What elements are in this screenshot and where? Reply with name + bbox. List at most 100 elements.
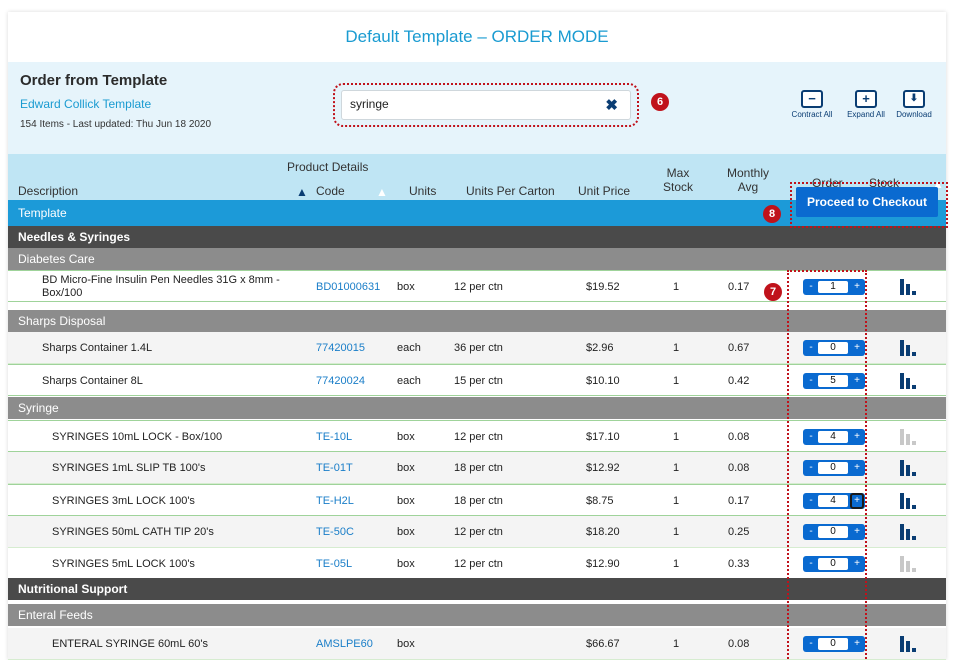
item-monthly-avg: 0.17	[728, 281, 750, 293]
bar-chart-icon[interactable]	[900, 460, 924, 476]
order-info-bar: Order from Template Edward Collick Templ…	[8, 62, 946, 154]
item-monthly-avg: 0.17	[728, 495, 750, 507]
item-units: box	[397, 526, 415, 538]
plus-icon: +	[855, 90, 877, 108]
item-units-per-carton: 15 per ctn	[454, 375, 503, 387]
item-max-stock: 1	[673, 281, 680, 293]
item-price: $10.10	[586, 375, 620, 387]
item-price: $12.92	[586, 462, 620, 474]
subgroup-label: Syringe	[18, 401, 59, 415]
units-per-carton-header: Units Per Carton	[466, 184, 555, 198]
order-info: Order from Template Edward Collick Templ…	[20, 72, 211, 130]
order-title: Order from Template	[20, 72, 168, 89]
subgroup-label: Sharps Disposal	[18, 314, 106, 328]
item-price: $19.52	[586, 281, 620, 293]
item-monthly-avg: 0.08	[728, 638, 750, 650]
template-label: Template	[18, 206, 67, 220]
subgroup-label: Diabetes Care	[18, 252, 95, 266]
item-description: SYRINGES 1mL SLIP TB 100's	[52, 462, 206, 474]
item-code[interactable]: AMSLPE60	[316, 638, 373, 650]
item-description: BD Micro-Fine Insulin Pen Needles 31G x …	[42, 274, 280, 299]
subgroup-header[interactable]: Diabetes Care	[8, 248, 946, 270]
bar-chart-icon[interactable]	[900, 279, 924, 295]
item-price: $66.67	[586, 638, 620, 650]
download-button[interactable]: ⬇ Download	[884, 90, 944, 119]
annotation-badge-6: 6	[651, 93, 669, 111]
item-description: SYRINGES 50mL CATH TIP 20's	[52, 526, 214, 538]
item-code[interactable]: TE-10L	[316, 431, 352, 443]
download-icon: ⬇	[903, 90, 925, 108]
bar-chart-icon[interactable]	[900, 493, 924, 509]
order-column-annotation-outline	[787, 270, 867, 660]
item-max-stock: 1	[673, 558, 680, 570]
item-units-per-carton: 12 per ctn	[454, 526, 503, 538]
item-units: each	[397, 342, 421, 354]
monthly-avg-header: Monthly Avg	[726, 166, 770, 194]
item-units-per-carton: 18 per ctn	[454, 462, 503, 474]
item-price: $8.75	[586, 495, 614, 507]
item-units-per-carton: 36 per ctn	[454, 342, 503, 354]
group-header[interactable]: Needles & Syringes	[8, 226, 946, 248]
item-code[interactable]: TE-01T	[316, 462, 353, 474]
item-description: SYRINGES 3mL LOCK 100's	[52, 495, 195, 507]
annotation-badge-8: 8	[763, 205, 781, 223]
expand-all-label: Expand All	[847, 110, 885, 119]
item-max-stock: 1	[673, 342, 680, 354]
item-units: box	[397, 462, 415, 474]
bar-chart-icon[interactable]	[900, 524, 924, 540]
bar-chart-icon[interactable]	[900, 340, 924, 356]
item-description: ENTERAL SYRINGE 60mL 60's	[52, 638, 208, 650]
code-header[interactable]: Code	[316, 184, 345, 198]
item-code[interactable]: BD01000631	[316, 281, 380, 293]
bar-chart-icon[interactable]	[900, 429, 924, 445]
item-monthly-avg: 0.08	[728, 431, 750, 443]
item-monthly-avg: 0.67	[728, 342, 750, 354]
proceed-to-checkout-button[interactable]: Proceed to Checkout	[796, 187, 938, 217]
subgroup-label: Enteral Feeds	[18, 608, 93, 622]
contract-all-label: Contract All	[791, 110, 833, 119]
item-max-stock: 1	[673, 638, 680, 650]
sort-icon[interactable]: ▲	[376, 185, 388, 199]
page-title: Default Template – ORDER MODE	[8, 12, 946, 62]
search-input-value: syringe	[350, 97, 389, 111]
item-units: box	[397, 558, 415, 570]
item-price: $17.10	[586, 431, 620, 443]
item-max-stock: 1	[673, 526, 680, 538]
item-units-per-carton: 18 per ctn	[454, 495, 503, 507]
item-description: Sharps Container 1.4L	[42, 342, 153, 354]
item-description: SYRINGES 10mL LOCK - Box/100	[52, 431, 223, 443]
item-monthly-avg: 0.25	[728, 526, 750, 538]
close-icon[interactable]: ✖	[605, 96, 618, 114]
item-units: box	[397, 281, 415, 293]
contract-all-button[interactable]: − Contract All	[782, 90, 842, 119]
minus-icon: −	[801, 90, 823, 108]
item-code[interactable]: TE-H2L	[316, 495, 354, 507]
product-details-header: Product Details	[287, 160, 369, 174]
item-max-stock: 1	[673, 375, 680, 387]
item-units-per-carton: 12 per ctn	[454, 431, 503, 443]
item-monthly-avg: 0.42	[728, 375, 750, 387]
item-code[interactable]: 77420024	[316, 375, 365, 387]
item-max-stock: 1	[673, 431, 680, 443]
template-name-link[interactable]: Edward Collick Template	[20, 97, 211, 111]
item-code[interactable]: TE-05L	[316, 558, 352, 570]
item-units: box	[397, 431, 415, 443]
bar-chart-icon[interactable]	[900, 636, 924, 652]
annotation-badge-7: 7	[764, 283, 782, 301]
item-price: $12.90	[586, 558, 620, 570]
template-meta: 154 Items - Last updated: Thu Jun 18 202…	[20, 119, 212, 130]
item-code[interactable]: 77420015	[316, 342, 365, 354]
description-header[interactable]: Description	[18, 184, 78, 198]
bar-chart-icon[interactable]	[900, 556, 924, 572]
item-code[interactable]: TE-50C	[316, 526, 354, 538]
item-description: Sharps Container 8L	[42, 375, 143, 387]
download-label: Download	[896, 110, 932, 119]
sort-icon[interactable]: ▲	[296, 185, 308, 199]
group-label: Nutritional Support	[18, 582, 128, 596]
item-description: SYRINGES 5mL LOCK 100's	[52, 558, 195, 570]
item-monthly-avg: 0.08	[728, 462, 750, 474]
search-input[interactable]: syringe ✖	[341, 90, 631, 120]
item-price: $18.20	[586, 526, 620, 538]
bar-chart-icon[interactable]	[900, 373, 924, 389]
search-annotation-outline: syringe ✖	[333, 83, 639, 127]
